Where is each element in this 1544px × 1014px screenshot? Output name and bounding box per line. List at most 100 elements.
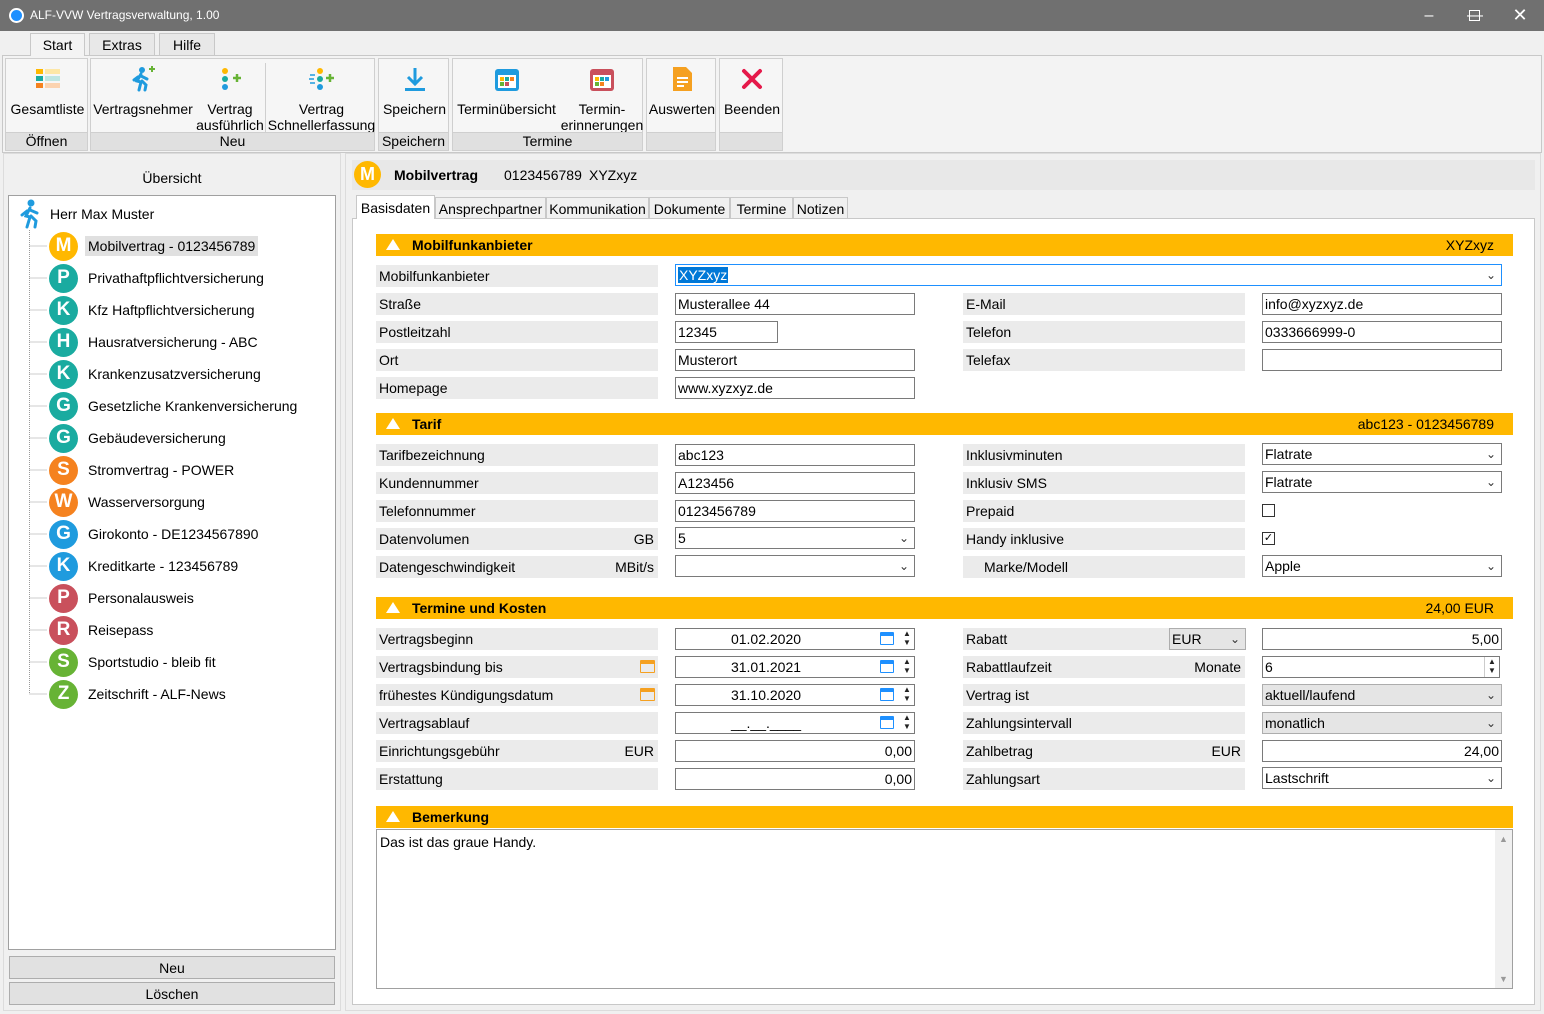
calendar-icon[interactable] [880,716,894,729]
label-marke-modell: Marke/Modell [963,556,1245,578]
spinner-icon[interactable]: ▲ ▼ [899,657,914,677]
zahlungsintervall-select[interactable]: monatlich ⌄ [1262,712,1502,734]
tree-item[interactable]: G Gebäudeversicherung [49,423,229,453]
mobilfunkanbieter-combobox[interactable]: XYZxyz ⌄ [675,264,1502,286]
section-title: Tarif [412,416,442,432]
tree-item[interactable]: K Krankenzusatzversicherung [49,359,264,389]
email-input[interactable]: info@xyzxyz.de [1262,293,1502,315]
tree-item[interactable]: R Reisepass [49,615,156,645]
speichern-button[interactable]: Speichern [379,65,450,131]
section-mobilfunkanbieter[interactable]: Mobilfunkanbieter XYZxyz [376,234,1513,256]
section-bemerkung[interactable]: Bemerkung [376,806,1513,828]
vertrag-ist-select[interactable]: aktuell/laufend ⌄ [1262,684,1502,706]
tab-start[interactable]: Start [30,33,85,56]
tree-item[interactable]: K Kreditkarte - 123456789 [49,551,241,581]
gesamtliste-button[interactable]: Gesamtliste [6,65,89,131]
tab-termine[interactable]: Termine [730,197,793,219]
handy-inklusive-checkbox[interactable]: ✓ [1262,532,1275,545]
inklusiv-sms-select[interactable]: Flatrate ⌄ [1262,471,1502,493]
telefon-input[interactable]: 0333666999-0 [1262,321,1502,343]
tree-item[interactable]: W Wasserversorgung [49,487,208,517]
datengeschwindigkeit-select[interactable]: ⌄ [675,555,915,577]
kundennummer-input[interactable]: A123456 [675,472,915,494]
contract-badge-icon: P [49,583,78,613]
tree-item[interactable]: P Privathaftpflichtversicherung [49,263,267,293]
postleitzahl-input[interactable]: 12345 [675,321,778,343]
einrichtungsgebuehr-input[interactable]: 0,00 [675,740,915,762]
collapse-triangle-icon [386,239,400,250]
contract-tree[interactable]: Herr Max Muster M Mobilvertrag - 01234567… [8,195,336,950]
ort-input[interactable]: Musterort [675,349,915,371]
scroll-down-icon[interactable]: ▼ [1495,974,1512,984]
delete-button[interactable]: Löschen [9,982,335,1005]
zahlbetrag-input[interactable]: 24,00 [1262,740,1502,762]
homepage-input[interactable]: www.xyzxyz.de [675,377,915,399]
rabatt-currency-select[interactable]: EUR ⌄ [1169,628,1246,650]
tree-item-label: Zeitschrift - ALF-News [88,686,226,702]
tree-item[interactable]: H Hausratversicherung - ABC [49,327,261,357]
maximize-icon[interactable] [1451,0,1497,31]
strasse-input[interactable]: Musterallee 44 [675,293,915,315]
tree-item[interactable]: S Sportstudio - bleib fit [49,647,219,677]
tab-extras[interactable]: Extras [89,33,155,55]
tree-item-label: Reisepass [88,622,154,638]
beenden-button[interactable]: Beenden [720,65,784,131]
vertragsbeginn-datepicker[interactable]: 01.02.2020 ▲ ▼ [675,628,915,650]
vertragsnehmer-button[interactable]: Vertragsnehmer [91,65,195,131]
gesamtliste-label: Gesamtliste [10,101,85,117]
calendar-icon[interactable] [880,632,894,645]
collapse-triangle-icon [386,811,400,822]
calendar-icon[interactable] [880,688,894,701]
marke-modell-select[interactable]: Apple ⌄ [1262,555,1502,577]
telefax-input[interactable] [1262,349,1502,371]
new-button[interactable]: Neu [9,956,335,979]
erstattung-input[interactable]: 0,00 [675,768,915,790]
remark-scrollbar[interactable]: ▲ ▼ [1495,830,1512,988]
tree-item[interactable]: K Kfz Haftpflichtversicherung [49,295,258,325]
inklusivminuten-select[interactable]: Flatrate ⌄ [1262,443,1502,465]
terminuebersicht-button[interactable]: Terminübersicht [453,65,560,131]
chevron-down-icon: ⌄ [1485,716,1496,730]
spinner-icon[interactable]: ▲ ▼ [1484,657,1499,677]
remark-textarea[interactable]: Das ist das graue Handy. ▲ ▼ [376,829,1513,989]
close-icon[interactable]: ✕ [1497,0,1543,31]
tree-item[interactable]: M Mobilvertrag - 0123456789 [49,231,259,261]
vertrag-ausf-label-1: Vertrag [207,101,253,117]
spinner-icon[interactable]: ▲ ▼ [899,713,914,733]
rabatt-input[interactable]: 5,00 [1262,628,1502,650]
terminerinnerungen-button[interactable]: Termin- erinnerungen [560,65,644,133]
auswerten-button[interactable]: Auswerten [647,65,717,131]
tree-item[interactable]: P Personalausweis [49,583,197,613]
tab-dokumente[interactable]: Dokumente [649,197,730,219]
section-tarif[interactable]: Tarif abc123 - 0123456789 [376,413,1513,435]
vertrag-ausfuehrlich-button[interactable]: Vertrag ausführlich [195,65,265,133]
tree-item[interactable]: S Stromvertrag - POWER [49,455,237,485]
scroll-up-icon[interactable]: ▲ [1495,834,1512,844]
tree-item[interactable]: G Gesetzliche Krankenversicherung [49,391,300,421]
spinner-icon[interactable]: ▲ ▼ [899,685,914,705]
prepaid-checkbox[interactable] [1262,504,1275,517]
kuendigung-datepicker[interactable]: 31.10.2020 ▲ ▼ [675,684,915,706]
tarifbezeichnung-input[interactable]: abc123 [675,444,915,466]
vertrag-schnellerfassung-button[interactable]: Vertrag Schnellerfassung [267,65,376,133]
telefonnummer-input[interactable]: 0123456789 [675,500,915,522]
tab-ansprechpartner[interactable]: Ansprechpartner [435,197,546,219]
tab-basisdaten[interactable]: Basisdaten [356,195,435,219]
calendar-icon[interactable] [880,660,894,673]
minimize-icon[interactable]: – [1406,0,1452,31]
tab-notizen[interactable]: Notizen [793,197,848,219]
vertragsbindung-datepicker[interactable]: 31.01.2021 ▲ ▼ [675,656,915,678]
tree-item[interactable]: G Girokonto - DE1234567890 [49,519,261,549]
spinner-icon[interactable]: ▲ ▼ [899,629,914,649]
rabattlaufzeit-numeric[interactable]: 6 ▲ ▼ [1262,656,1500,678]
tab-kommunikation[interactable]: Kommunikation [546,197,649,219]
zahlungsart-select[interactable]: Lastschrift ⌄ [1262,767,1502,789]
vertragsablauf-datepicker[interactable]: __.__.____ ▲ ▼ [675,712,915,734]
section-termine-kosten[interactable]: Termine und Kosten 24,00 EUR [376,597,1513,619]
calendar-icon[interactable] [640,660,655,673]
tree-item-label: Privathaftpflichtversicherung [88,270,264,286]
tab-hilfe[interactable]: Hilfe [159,33,215,55]
calendar-icon[interactable] [640,688,655,701]
tree-item[interactable]: Z Zeitschrift - ALF-News [49,679,229,709]
datenvolumen-select[interactable]: 5 ⌄ [675,527,915,549]
